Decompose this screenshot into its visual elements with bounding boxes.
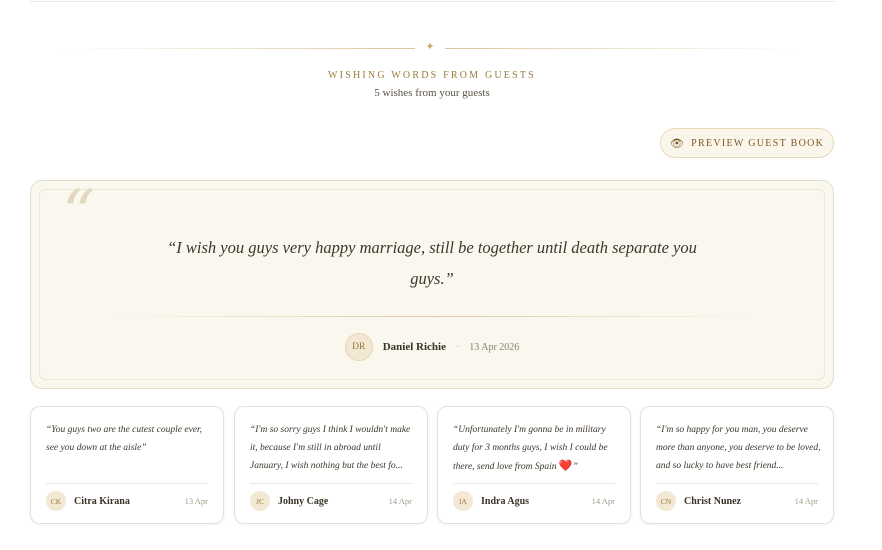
- card-divider: [46, 483, 208, 484]
- wish-date: 14 Apr: [591, 496, 615, 506]
- top-divider: [30, 0, 835, 2]
- preview-button-label: PREVIEW GUEST BOOK: [691, 137, 825, 149]
- eye-icon: 👁: [669, 136, 686, 150]
- wish-author-name: Indra Agus: [481, 495, 530, 507]
- wish-author: CN Christ Nunez 14 Apr: [656, 491, 818, 511]
- section-subtitle: 5 wishes from your guests: [374, 87, 490, 99]
- wish-author: IA Indra Agus 14 Apr: [453, 491, 615, 511]
- wish-author-name: Christ Nunez: [684, 495, 741, 507]
- section-title: WISHING WORDS FROM GUESTS: [328, 70, 536, 81]
- card-divider: [453, 483, 615, 484]
- wish-author-name: Johny Cage: [278, 495, 329, 507]
- featured-wish-message: “I wish you guys very happy marriage, st…: [167, 238, 697, 288]
- wish-card[interactable]: “Unfortunately I'm gonna be in military …: [437, 406, 631, 524]
- featured-divider: [115, 316, 755, 317]
- avatar: CN: [656, 491, 676, 511]
- featured-author-name: Daniel Richie: [382, 341, 446, 353]
- wish-message: “I'm so sorry guys I think I wouldn't ma…: [250, 425, 411, 471]
- quote-mark-icon: “: [62, 177, 95, 251]
- featured-wish-date: 13 Apr 2026: [469, 341, 520, 353]
- wish-author-name: Citra Kirana: [74, 495, 130, 507]
- avatar: JC: [250, 491, 270, 511]
- wish-message: “Unfortunately I'm gonna be in military …: [453, 425, 608, 472]
- ornament-line-left: [60, 48, 415, 49]
- wish-author: JC Johny Cage 14 Apr: [250, 491, 412, 511]
- wish-date: 14 Apr: [794, 496, 818, 506]
- wish-author: CK Citra Kirana 13 Apr: [46, 491, 208, 511]
- avatar: CK: [46, 491, 66, 511]
- wish-date: 14 Apr: [388, 496, 412, 506]
- card-divider: [656, 483, 818, 484]
- card-divider: [250, 483, 412, 484]
- sparkle-icon: ✦: [425, 40, 435, 53]
- wish-card[interactable]: “I'm so sorry guys I think I wouldn't ma…: [234, 406, 428, 524]
- wish-message-container: “Unfortunately I'm gonna be in military …: [453, 421, 619, 475]
- wish-cards-row: “You guys two are the cutest couple ever…: [30, 406, 834, 524]
- wish-message-end-quote: ”: [572, 462, 578, 472]
- preview-guest-book-button[interactable]: 👁 PREVIEW GUEST BOOK: [660, 128, 834, 158]
- wish-card[interactable]: “I'm so happy for you man, you deserve m…: [640, 406, 834, 524]
- avatar: IA: [453, 491, 473, 511]
- section-ornament: ✦: [60, 40, 800, 57]
- wish-card[interactable]: “You guys two are the cutest couple ever…: [30, 406, 224, 524]
- heart-icon: ❤️: [558, 459, 573, 472]
- wish-message: “I'm so happy for you man, you deserve m…: [656, 425, 821, 471]
- wish-message: “You guys two are the cutest couple ever…: [46, 425, 203, 453]
- wish-date: 13 Apr: [184, 496, 208, 506]
- featured-author: DR Daniel Richie · 13 Apr 2026: [0, 333, 864, 361]
- separator-dot: ·: [455, 341, 460, 353]
- avatar: DR: [344, 333, 373, 361]
- ornament-line-right: [445, 48, 800, 49]
